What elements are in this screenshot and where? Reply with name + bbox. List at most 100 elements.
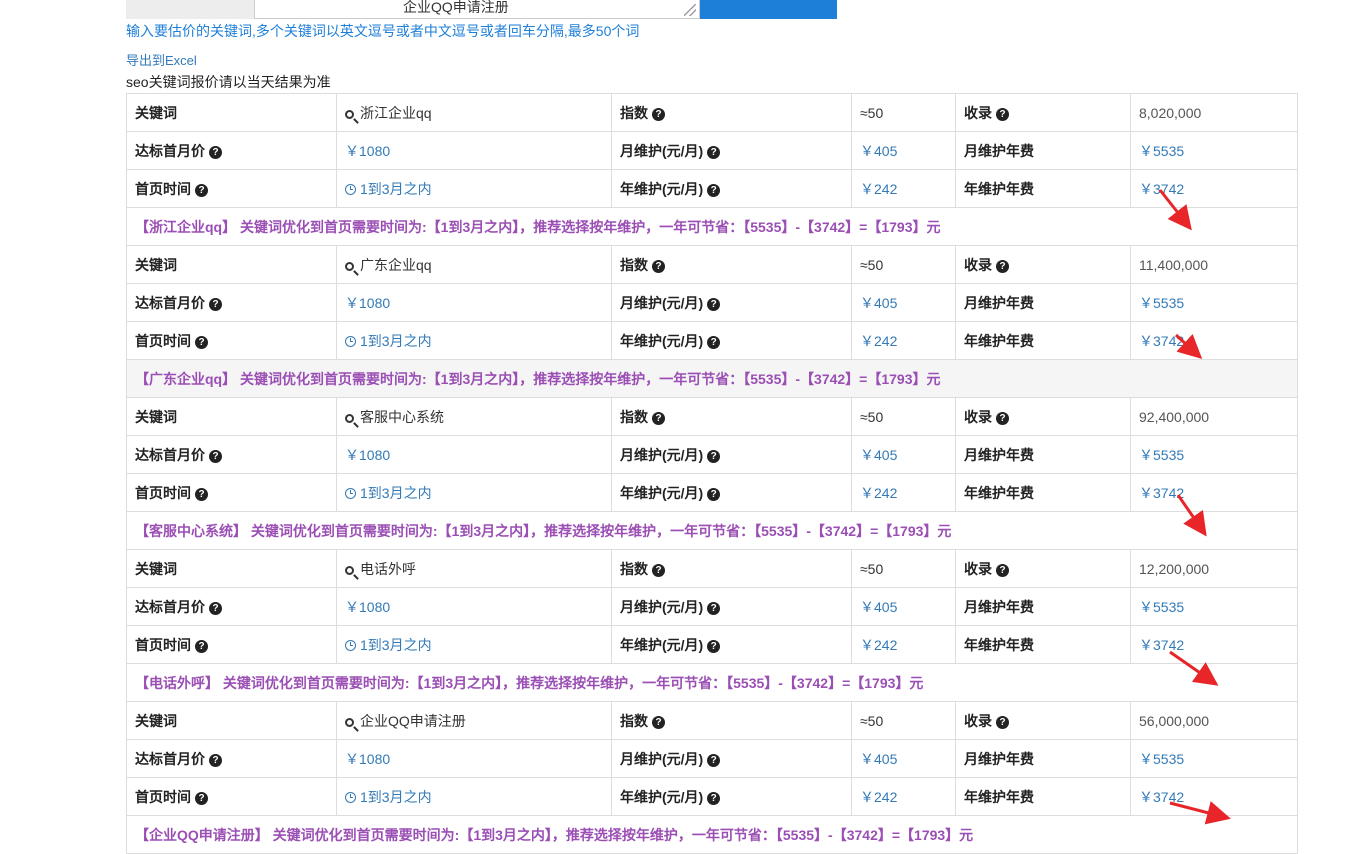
search-icon [345,717,354,727]
keyword-cell[interactable]: 广东企业qq [336,245,612,284]
textarea-resize-handle[interactable] [684,4,696,16]
savings-summary: 【客服中心系统】 关键词优化到首页需要时间为:【1到3月之内】，推荐选择按年维护… [126,511,1298,550]
search-icon [345,413,354,423]
label-monthly-maint-annual: 月维护年费 [955,435,1131,474]
question-circle-icon[interactable]: ? [209,297,222,311]
question-circle-icon[interactable]: ? [707,601,721,615]
label-monthly-maint-annual: 月维护年费 [955,739,1131,778]
question-circle-icon[interactable]: ? [996,107,1009,121]
keyword-cell[interactable]: 浙江企业qq [336,93,612,132]
first-month-price-value: ￥1080 [336,131,612,170]
keyword-input-bar: 企业QQ申请注册 [126,0,837,19]
question-circle-icon[interactable]: ? [195,183,208,197]
clock-icon [345,335,356,347]
results-table: 关键词 浙江企业qq 指数? ≈50 收录? 8,020,000 达标首月价? ￥1080 月维… [126,93,1298,854]
label-index: 指数? [611,549,852,588]
savings-summary: 【浙江企业qq】 关键词优化到首页需要时间为:【1到3月之内】，推荐选择按年维护… [126,207,1298,246]
label-keyword: 关键词 [126,397,337,436]
question-circle-icon[interactable]: ? [652,715,665,729]
index-value: ≈50 [851,701,956,740]
keyword-cell[interactable]: 电话外呼 [336,549,612,588]
label-keyword: 关键词 [126,701,337,740]
keyword-row: 关键词 广东企业qq 指数? ≈50 收录? 11,400,000 [126,245,1298,284]
question-circle-icon[interactable]: ? [195,639,208,653]
first-page-time-value: 1到3月之内 [336,321,612,360]
question-circle-icon[interactable]: ? [707,145,721,159]
label-annual-maint: 年维护(元/月)? [611,625,852,664]
time-row: 首页时间? 1到3月之内 年维护(元/月)? ￥242 年维护年费 ￥3742 [126,473,1298,512]
summary-row: 【浙江企业qq】 关键词优化到首页需要时间为:【1到3月之内】，推荐选择按年维护… [126,207,1298,246]
annual-maint-value: ￥242 [851,321,956,360]
label-keyword: 关键词 [126,245,337,284]
label-first-page-time: 首页时间? [126,169,337,208]
question-circle-icon[interactable]: ? [652,411,665,425]
question-circle-icon[interactable]: ? [996,563,1009,577]
estimate-submit-button[interactable] [700,0,837,19]
question-circle-icon[interactable]: ? [707,487,721,501]
monthly-maint-value: ￥405 [851,283,956,322]
label-first-month-price: 达标首月价? [126,435,337,474]
search-icon [345,261,354,271]
keyword-cell[interactable]: 客服中心系统 [336,397,612,436]
question-circle-icon[interactable]: ? [707,449,721,463]
question-circle-icon[interactable]: ? [707,791,721,805]
clock-icon [345,791,356,803]
monthly-maint-value: ￥405 [851,587,956,626]
question-circle-icon[interactable]: ? [707,335,721,349]
question-circle-icon[interactable]: ? [707,639,721,653]
label-monthly-maint: 月维护(元/月)? [611,283,852,322]
question-circle-icon[interactable]: ? [195,335,208,349]
question-circle-icon[interactable]: ? [209,601,222,615]
keyword-value: 客服中心系统 [360,408,444,425]
question-circle-icon[interactable]: ? [195,487,208,501]
keyword-value: 企业QQ申请注册 [360,712,466,729]
label-index: 指数? [611,397,852,436]
question-circle-icon[interactable]: ? [996,715,1009,729]
label-keyword: 关键词 [126,549,337,588]
clock-icon [345,639,356,651]
keyword-value: 电话外呼 [360,560,416,577]
label-annual-maint: 年维护(元/月)? [611,169,852,208]
label-index: 指数? [611,701,852,740]
question-circle-icon[interactable]: ? [209,753,222,767]
question-circle-icon[interactable]: ? [707,183,721,197]
label-first-month-price: 达标首月价? [126,587,337,626]
question-circle-icon[interactable]: ? [652,259,665,273]
question-circle-icon[interactable]: ? [996,411,1009,425]
first-month-price-value: ￥1080 [336,587,612,626]
keyword-textarea[interactable]: 企业QQ申请注册 [254,0,700,19]
label-keyword: 关键词 [126,93,337,132]
question-circle-icon[interactable]: ? [195,791,208,805]
label-annual-maint-fee: 年维护年费 [955,625,1131,664]
question-circle-icon[interactable]: ? [209,145,222,159]
keyword-row: 关键词 电话外呼 指数? ≈50 收录? 12,200,000 [126,549,1298,588]
clock-icon [345,487,356,499]
question-circle-icon[interactable]: ? [996,259,1009,273]
annual-maint-fee-value: ￥3742 [1130,321,1298,360]
keyword-cell[interactable]: 企业QQ申请注册 [336,701,612,740]
index-value: ≈50 [851,549,956,588]
indexed-value: 92,400,000 [1130,397,1298,436]
label-indexed: 收录? [955,549,1131,588]
label-annual-maint-fee: 年维护年费 [955,777,1131,816]
keyword-value: 广东企业qq [360,256,432,273]
savings-summary: 【企业QQ申请注册】 关键词优化到首页需要时间为:【1到3月之内】，推荐选择按年… [126,815,1298,854]
keyword-value: 浙江企业qq [360,104,432,121]
question-circle-icon[interactable]: ? [652,563,665,577]
label-first-month-price: 达标首月价? [126,739,337,778]
first-page-time-value: 1到3月之内 [336,473,612,512]
question-circle-icon[interactable]: ? [707,753,721,767]
summary-row: 【广东企业qq】 关键词优化到首页需要时间为:【1到3月之内】，推荐选择按年维护… [126,359,1298,398]
search-icon [345,109,354,119]
time-row: 首页时间? 1到3月之内 年维护(元/月)? ￥242 年维护年费 ￥3742 [126,777,1298,816]
label-monthly-maint: 月维护(元/月)? [611,435,852,474]
export-excel-link[interactable]: 导出到Excel [126,52,197,70]
label-annual-maint-fee: 年维护年费 [955,169,1131,208]
question-circle-icon[interactable]: ? [652,107,665,121]
label-annual-maint: 年维护(元/月)? [611,777,852,816]
question-circle-icon[interactable]: ? [707,297,721,311]
search-icon [345,565,354,575]
summary-row: 【企业QQ申请注册】 关键词优化到首页需要时间为:【1到3月之内】，推荐选择按年… [126,815,1298,854]
label-monthly-maint-annual: 月维护年费 [955,131,1131,170]
question-circle-icon[interactable]: ? [209,449,222,463]
